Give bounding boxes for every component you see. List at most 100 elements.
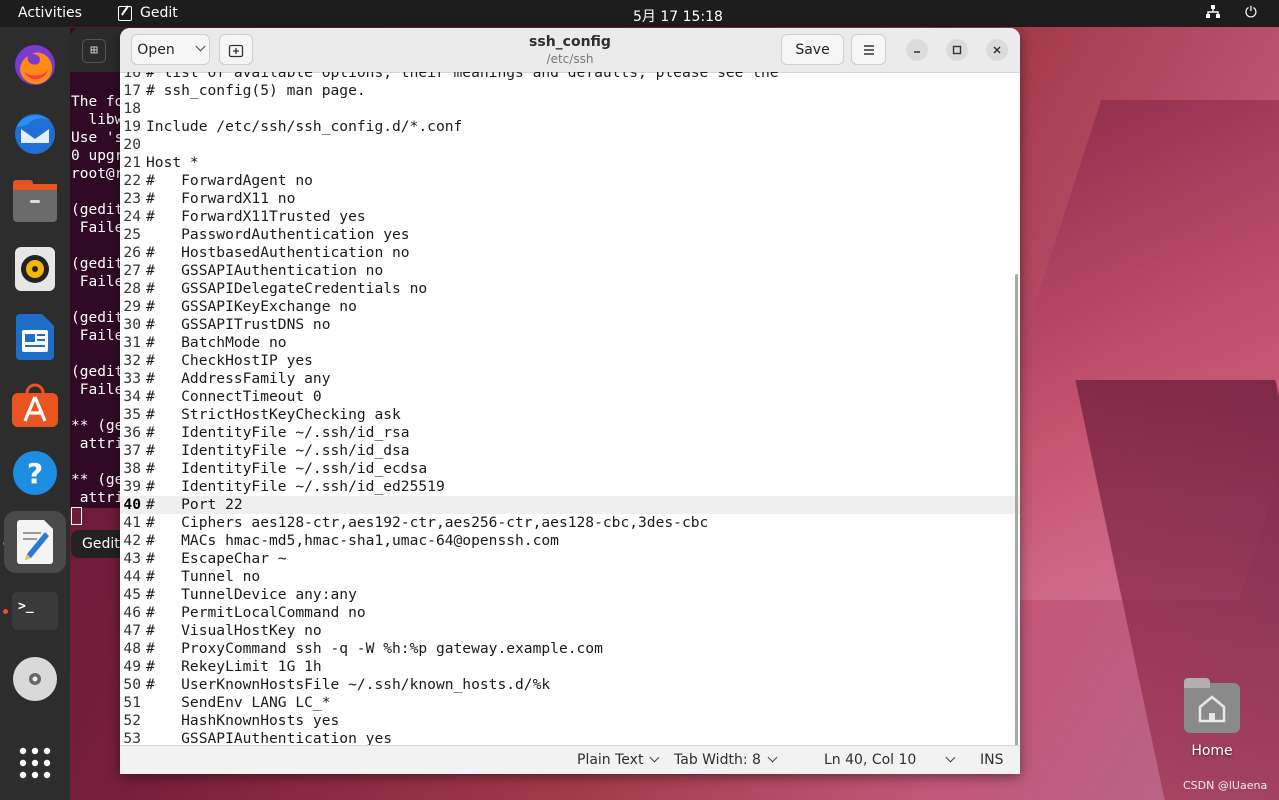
show-apps-icon[interactable]	[11, 739, 59, 787]
chevron-down-icon	[945, 752, 956, 763]
text-editor[interactable]: 16 # list of available options, their mea…	[120, 72, 1020, 745]
gedit-dock-icon[interactable]	[4, 511, 66, 573]
editor-line[interactable]: 36 # IdentityFile ~/.ssh/id_rsa	[120, 424, 1020, 442]
line-number: 41	[123, 514, 141, 531]
save-button[interactable]: Save	[781, 34, 844, 65]
editor-line[interactable]: 41 # Ciphers aes128-ctr,aes192-ctr,aes256…	[120, 514, 1020, 532]
line-number: 34	[123, 388, 141, 405]
line-number: 23	[123, 190, 141, 207]
line-text: # StrictHostKeyChecking ask	[146, 406, 401, 423]
activities-button[interactable]: Activities	[18, 5, 82, 21]
editor-line[interactable]: 28 # GSSAPIDelegateCredentials no	[120, 280, 1020, 298]
chevron-down-icon	[650, 752, 660, 763]
close-button[interactable]	[986, 39, 1008, 61]
line-number: 26	[123, 244, 141, 261]
line-number: 33	[123, 370, 141, 387]
editor-line[interactable]: 49 # RekeyLimit 1G 1h	[120, 658, 1020, 676]
editor-line[interactable]: 24 # ForwardX11Trusted yes	[120, 208, 1020, 226]
svg-text:?: ?	[27, 457, 43, 490]
editor-line[interactable]: 53 GSSAPIAuthentication yes	[120, 730, 1020, 745]
tab-width-selector[interactable]: Tab Width: 8	[674, 752, 778, 768]
editor-line[interactable]: 16 # list of available options, their mea…	[120, 72, 1020, 82]
line-text: # AddressFamily any	[146, 370, 331, 387]
editor-line[interactable]: 32 # CheckHostIP yes	[120, 352, 1020, 370]
line-text: # GSSAPIDelegateCredentials no	[146, 280, 428, 297]
editor-line[interactable]: 44 # Tunnel no	[120, 568, 1020, 586]
editor-line[interactable]: 47 # VisualHostKey no	[120, 622, 1020, 640]
line-text: # MACs hmac-md5,hmac-sha1,umac-64@openss…	[146, 532, 559, 549]
line-text: # ssh_config(5) man page.	[146, 82, 366, 99]
line-number: 32	[123, 352, 141, 369]
line-number: 47	[123, 622, 141, 639]
editor-line[interactable]: 29 # GSSAPIKeyExchange no	[120, 298, 1020, 316]
scrollbar[interactable]	[1015, 274, 1018, 746]
terminal-icon[interactable]: >_	[11, 587, 59, 635]
home-label: Home	[1191, 743, 1233, 759]
thunderbird-icon[interactable]	[11, 109, 59, 157]
editor-line[interactable]: 48 # ProxyCommand ssh -q -W %h:%p gateway…	[120, 640, 1020, 658]
watermark: CSDN @lUaena	[1183, 779, 1268, 792]
language-label: Plain Text	[577, 752, 644, 768]
gedit-icon	[118, 5, 132, 21]
line-text: # GSSAPIKeyExchange no	[146, 298, 357, 315]
editor-line[interactable]: 43 # EscapeChar ~	[120, 550, 1020, 568]
editor-line[interactable]: 50 # UserKnownHostsFile ~/.ssh/known_host…	[120, 676, 1020, 694]
line-number: 27	[123, 262, 141, 279]
line-number: 45	[123, 586, 141, 603]
editor-line[interactable]: 33 # AddressFamily any	[120, 370, 1020, 388]
editor-line[interactable]: 27 # GSSAPIAuthentication no	[120, 262, 1020, 280]
app-name: Gedit	[140, 5, 178, 21]
editor-line[interactable]: 30 # GSSAPITrustDNS no	[120, 316, 1020, 334]
clock[interactable]: 5月 17 15:18	[633, 6, 723, 26]
maximize-button[interactable]	[946, 39, 968, 61]
hamburger-menu-button[interactable]	[851, 34, 886, 65]
editor-line[interactable]: 19 Include /etc/ssh/ssh_config.d/*.conf	[120, 118, 1020, 136]
line-text: Host *	[146, 154, 199, 171]
editor-line[interactable]: 37 # IdentityFile ~/.ssh/id_dsa	[120, 442, 1020, 460]
line-number: 28	[123, 280, 141, 297]
language-selector[interactable]: Plain Text	[577, 752, 660, 768]
editor-line[interactable]: 20	[120, 136, 1020, 154]
rhythmbox-icon[interactable]	[11, 245, 59, 293]
editor-line[interactable]: 34 # ConnectTimeout 0	[120, 388, 1020, 406]
network-icon[interactable]	[1206, 5, 1220, 23]
editor-line[interactable]: 23 # ForwardX11 no	[120, 190, 1020, 208]
insert-mode[interactable]: INS	[980, 752, 1004, 768]
gedit-window: Open ssh_config /etc/ssh Save 16 # list o…	[120, 28, 1020, 774]
dvd-drive-icon[interactable]	[11, 655, 59, 703]
help-icon[interactable]: ?	[11, 449, 59, 497]
line-text: # EscapeChar ~	[146, 550, 287, 567]
editor-line[interactable]: 52 HashKnownHosts yes	[120, 712, 1020, 730]
editor-line[interactable]: 26 # HostbasedAuthentication no	[120, 244, 1020, 262]
home-folder[interactable]: Home	[1182, 678, 1242, 759]
line-number: 18	[123, 100, 141, 117]
editor-line[interactable]: 21 Host *	[120, 154, 1020, 172]
editor-line[interactable]: 45 # TunnelDevice any:any	[120, 586, 1020, 604]
line-text: # Tunnel no	[146, 568, 261, 585]
editor-line[interactable]: 22 # ForwardAgent no	[120, 172, 1020, 190]
minimize-button[interactable]	[906, 39, 928, 61]
editor-line[interactable]: 51 SendEnv LANG LC_*	[120, 694, 1020, 712]
editor-line[interactable]: 46 # PermitLocalCommand no	[120, 604, 1020, 622]
editor-line[interactable]: 25 PasswordAuthentication yes	[120, 226, 1020, 244]
editor-line[interactable]: 35 # StrictHostKeyChecking ask	[120, 406, 1020, 424]
new-tab-button[interactable]: ⊞	[82, 39, 106, 63]
editor-line[interactable]: 42 # MACs hmac-md5,hmac-sha1,umac-64@open…	[120, 532, 1020, 550]
editor-line[interactable]: 18	[120, 100, 1020, 118]
editor-line[interactable]: 39 # IdentityFile ~/.ssh/id_ed25519	[120, 478, 1020, 496]
power-icon[interactable]: ⏻	[1245, 3, 1257, 21]
app-menu[interactable]: Gedit	[118, 5, 178, 21]
firefox-icon[interactable]	[11, 41, 59, 89]
libreoffice-writer-icon[interactable]	[11, 313, 59, 361]
position-dropdown[interactable]	[939, 752, 956, 768]
line-text: # IdentityFile ~/.ssh/id_dsa	[146, 442, 410, 459]
app-center-icon[interactable]	[11, 381, 59, 429]
cursor-position[interactable]: Ln 40, Col 10	[824, 752, 916, 768]
editor-line[interactable]: 17 # ssh_config(5) man page.	[120, 82, 1020, 100]
editor-line[interactable]: 40 # Port 22	[120, 496, 1020, 514]
line-number: 22	[123, 172, 141, 189]
editor-line[interactable]: 38 # IdentityFile ~/.ssh/id_ecdsa	[120, 460, 1020, 478]
editor-line[interactable]: 31 # BatchMode no	[120, 334, 1020, 352]
files-icon[interactable]	[11, 177, 59, 225]
line-number: 31	[123, 334, 141, 351]
